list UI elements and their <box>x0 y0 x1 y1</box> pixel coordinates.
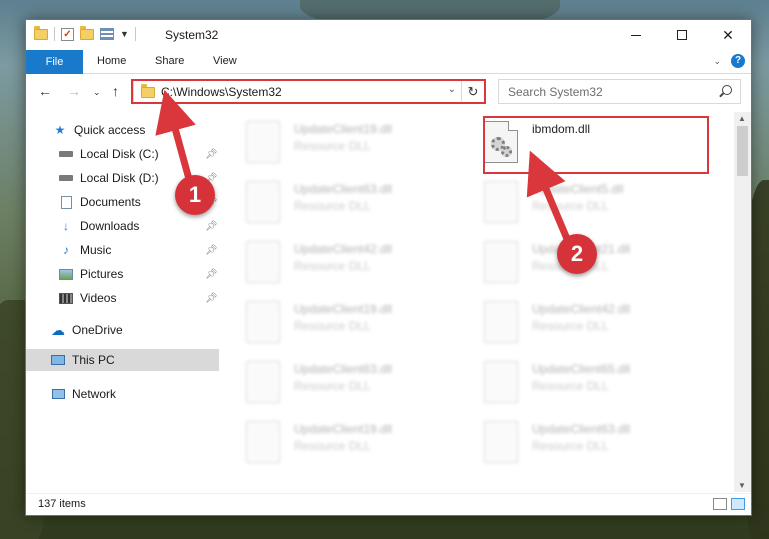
annotation-arrows <box>155 89 574 250</box>
step-badge-2: 2 <box>557 234 597 274</box>
step-badge-1: 1 <box>175 175 215 215</box>
arrow-to-file <box>526 150 574 250</box>
